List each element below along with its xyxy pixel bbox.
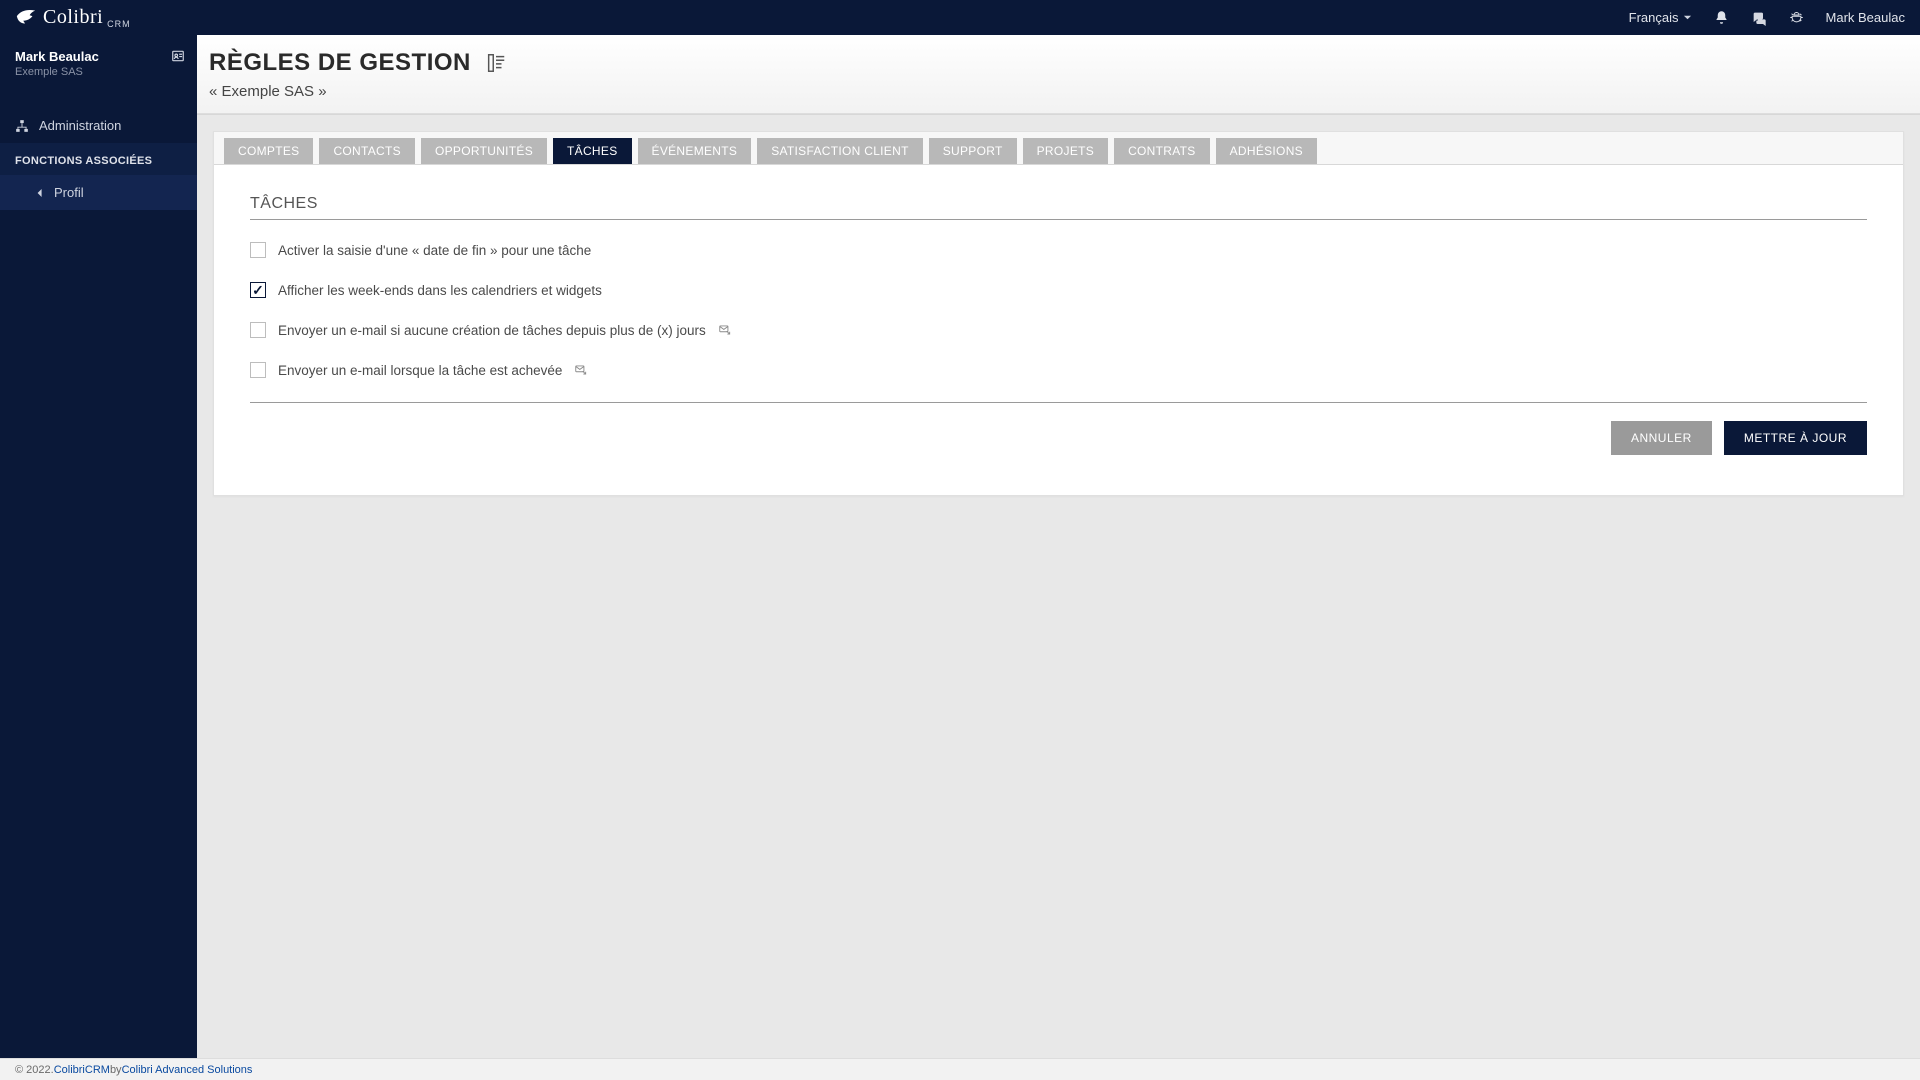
setting-label: Envoyer un e-mail si aucune création de … bbox=[278, 323, 706, 338]
tab-comptes[interactable]: COMPTES bbox=[224, 138, 313, 164]
contact-card-icon[interactable] bbox=[171, 49, 185, 63]
bird-icon bbox=[15, 7, 37, 29]
sidebar-item-label: Administration bbox=[39, 118, 121, 133]
sitemap-icon bbox=[15, 119, 29, 133]
panel: TÂCHES Activer la saisie d'une « date de… bbox=[214, 165, 1903, 495]
sidebar-item-administration[interactable]: Administration bbox=[0, 108, 197, 143]
footer-product-link[interactable]: ColibriCRM bbox=[54, 1064, 110, 1076]
tab-opportunites[interactable]: OPPORTUNITÉS bbox=[421, 138, 547, 164]
setting-row: Activer la saisie d'une « date de fin » … bbox=[250, 242, 1867, 258]
edit-mail-icon[interactable] bbox=[718, 323, 732, 337]
chevron-down-icon bbox=[1683, 13, 1692, 22]
footer-company-link[interactable]: Colibri Advanced Solutions bbox=[122, 1064, 253, 1076]
tabs: COMPTES CONTACTS OPPORTUNITÉS TÂCHES ÉVÉ… bbox=[224, 138, 1897, 164]
language-selector[interactable]: Français bbox=[1629, 10, 1692, 25]
setting-row: Afficher les week-ends dans les calendri… bbox=[250, 282, 1867, 298]
tabs-bar: COMPTES CONTACTS OPPORTUNITÉS TÂCHES ÉVÉ… bbox=[214, 132, 1903, 165]
sidebar-user-company: Exemple SAS bbox=[15, 66, 182, 78]
checkbox-email-no-tasks[interactable] bbox=[250, 322, 266, 338]
brand-sub: CRM bbox=[107, 19, 131, 29]
sidebar-user-name: Mark Beaulac bbox=[15, 49, 182, 64]
panel-title: TÂCHES bbox=[250, 195, 1867, 220]
settings-card: COMPTES CONTACTS OPPORTUNITÉS TÂCHES ÉVÉ… bbox=[213, 131, 1904, 496]
tab-evenements[interactable]: ÉVÉNEMENTS bbox=[638, 138, 752, 164]
logo[interactable]: Colibri CRM bbox=[15, 6, 131, 29]
setting-label: Afficher les week-ends dans les calendri… bbox=[278, 283, 602, 298]
bug-icon[interactable] bbox=[1789, 10, 1804, 25]
sidebar-item-label: Profil bbox=[54, 185, 84, 200]
sidebar: Mark Beaulac Exemple SAS Administration … bbox=[0, 35, 197, 1058]
top-header: Colibri CRM Français Mark Beaulac bbox=[0, 0, 1920, 35]
page-subtitle: « Exemple SAS » bbox=[209, 83, 1920, 100]
setting-row: Envoyer un e-mail lorsque la tâche est a… bbox=[250, 362, 1867, 378]
bell-icon[interactable] bbox=[1714, 10, 1729, 25]
language-label: Français bbox=[1629, 10, 1679, 25]
tab-projets[interactable]: PROJETS bbox=[1023, 138, 1108, 164]
page-header: RÈGLES DE GESTION « Exemple SAS » bbox=[197, 35, 1920, 115]
chat-icon[interactable] bbox=[1751, 10, 1767, 26]
sidebar-section-title: FONCTIONS ASSOCIÉES bbox=[0, 143, 197, 175]
tab-contacts[interactable]: CONTACTS bbox=[319, 138, 415, 164]
tab-adhesions[interactable]: ADHÉSIONS bbox=[1216, 138, 1317, 164]
tab-contrats[interactable]: CONTRATS bbox=[1114, 138, 1210, 164]
sidebar-item-profil[interactable]: Profil bbox=[0, 175, 197, 210]
rules-icon bbox=[485, 52, 507, 74]
chevron-left-icon bbox=[36, 188, 44, 198]
sidebar-user-card: Mark Beaulac Exemple SAS bbox=[0, 35, 197, 88]
main-area: RÈGLES DE GESTION « Exemple SAS » COMPTE… bbox=[197, 35, 1920, 1058]
brand-name: Colibri bbox=[43, 6, 103, 29]
tab-support[interactable]: SUPPORT bbox=[929, 138, 1017, 164]
checkbox-email-completed[interactable] bbox=[250, 362, 266, 378]
page-title: RÈGLES DE GESTION bbox=[209, 49, 471, 77]
edit-mail-icon[interactable] bbox=[574, 363, 588, 377]
footer-by: by bbox=[110, 1064, 122, 1076]
tab-satisfaction[interactable]: SATISFACTION CLIENT bbox=[757, 138, 923, 164]
setting-row: Envoyer un e-mail si aucune création de … bbox=[250, 322, 1867, 338]
footer: © 2022. ColibriCRM by Colibri Advanced S… bbox=[0, 1058, 1920, 1080]
setting-label: Envoyer un e-mail lorsque la tâche est a… bbox=[278, 363, 562, 378]
footer-copyright: © 2022. bbox=[15, 1064, 54, 1076]
submit-button[interactable]: METTRE À JOUR bbox=[1724, 421, 1867, 455]
cancel-button[interactable]: ANNULER bbox=[1611, 421, 1712, 455]
header-user-name[interactable]: Mark Beaulac bbox=[1826, 10, 1905, 25]
checkbox-end-date[interactable] bbox=[250, 242, 266, 258]
tab-taches[interactable]: TÂCHES bbox=[553, 138, 631, 164]
checkbox-weekends[interactable] bbox=[250, 282, 266, 298]
panel-footer: ANNULER METTRE À JOUR bbox=[250, 402, 1867, 475]
setting-label: Activer la saisie d'une « date de fin » … bbox=[278, 243, 591, 258]
